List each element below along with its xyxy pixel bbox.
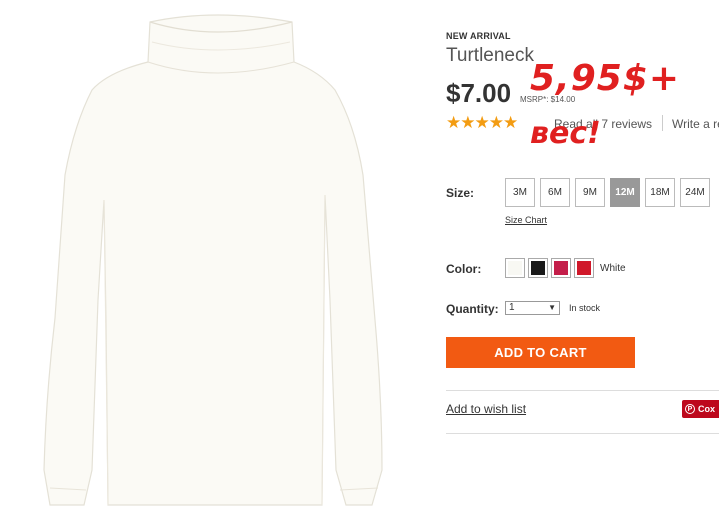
chevron-down-icon: ▼ [548,303,556,312]
pin-label: Cox [698,404,716,414]
write-review-link[interactable]: Write a re [672,117,719,131]
add-to-wishlist-link[interactable]: Add to wish list [446,402,526,416]
divider [662,115,663,131]
product-title: Turtleneck [446,45,534,66]
divider [446,433,719,434]
turtleneck-photo [43,14,383,506]
product-price: $7.00 [446,78,512,108]
rating-stars: ★★★★★ [446,113,518,132]
size-option-9m[interactable]: 9M [575,178,605,207]
product-info-panel: NEW ARRIVAL Turtleneck $7.00 MSRP*: $14.… [446,0,719,511]
new-arrival-badge: NEW ARRIVAL [446,31,511,41]
size-option-12m[interactable]: 12M [610,178,640,207]
quantity-select[interactable]: 1 ▼ [505,301,560,315]
handwritten-price-note: 5,95$+ [530,58,681,99]
color-swatch-red[interactable] [574,258,594,278]
handwritten-weight-note: вес! [530,116,601,151]
quantity-value: 1 [509,302,515,313]
color-label: Color: [446,262,482,276]
color-swatch-black[interactable] [528,258,548,278]
color-swatches: White [505,258,626,278]
size-label: Size: [446,186,475,200]
size-option-18m[interactable]: 18M [645,178,675,207]
divider [446,390,719,391]
color-swatch-white[interactable] [505,258,525,278]
quantity-label: Quantity: [446,302,499,316]
size-option-6m[interactable]: 6M [540,178,570,207]
stock-status: In stock [569,303,601,313]
product-image[interactable] [0,0,430,511]
size-chart-link[interactable]: Size Chart [505,215,547,225]
pinterest-button[interactable]: P Cox [682,400,719,418]
size-options: 3M 6M 9M 12M 18M 24M [505,178,710,207]
pinterest-icon: P [685,404,695,414]
color-swatch-raspberry[interactable] [551,258,571,278]
add-to-cart-button[interactable]: ADD TO CART [446,337,635,368]
selected-color-name: White [600,262,626,274]
size-option-24m[interactable]: 24M [680,178,710,207]
size-option-3m[interactable]: 3M [505,178,535,207]
